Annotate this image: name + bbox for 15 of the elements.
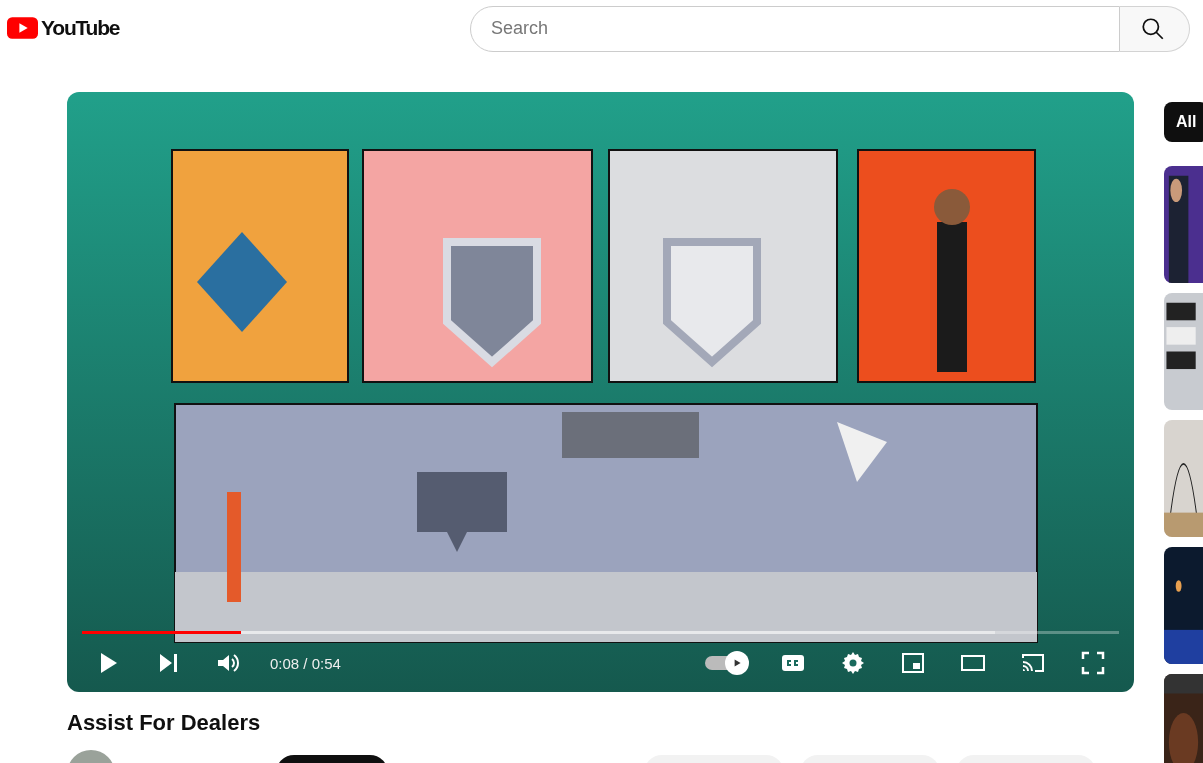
miniplayer-icon: [901, 651, 925, 675]
progress-bar[interactable]: [82, 631, 1119, 634]
search-icon: [1140, 15, 1166, 42]
video-title: Assist For Dealers: [67, 710, 262, 736]
autoplay-toggle[interactable]: [705, 651, 749, 675]
logo-text[interactable]: YouTube: [41, 15, 120, 40]
settings-icon: [841, 651, 865, 675]
time-text: 0:08 / 0:54: [270, 654, 341, 672]
play-logo-icon: [7, 16, 38, 39]
cast-icon: [1021, 651, 1045, 675]
search-button[interactable]: [1120, 5, 1190, 52]
filter-chip[interactable]: All: [1164, 102, 1203, 142]
volume-icon: [216, 651, 240, 675]
fullscreen-icon: [1081, 651, 1105, 675]
search-field[interactable]: Search: [470, 5, 1120, 52]
